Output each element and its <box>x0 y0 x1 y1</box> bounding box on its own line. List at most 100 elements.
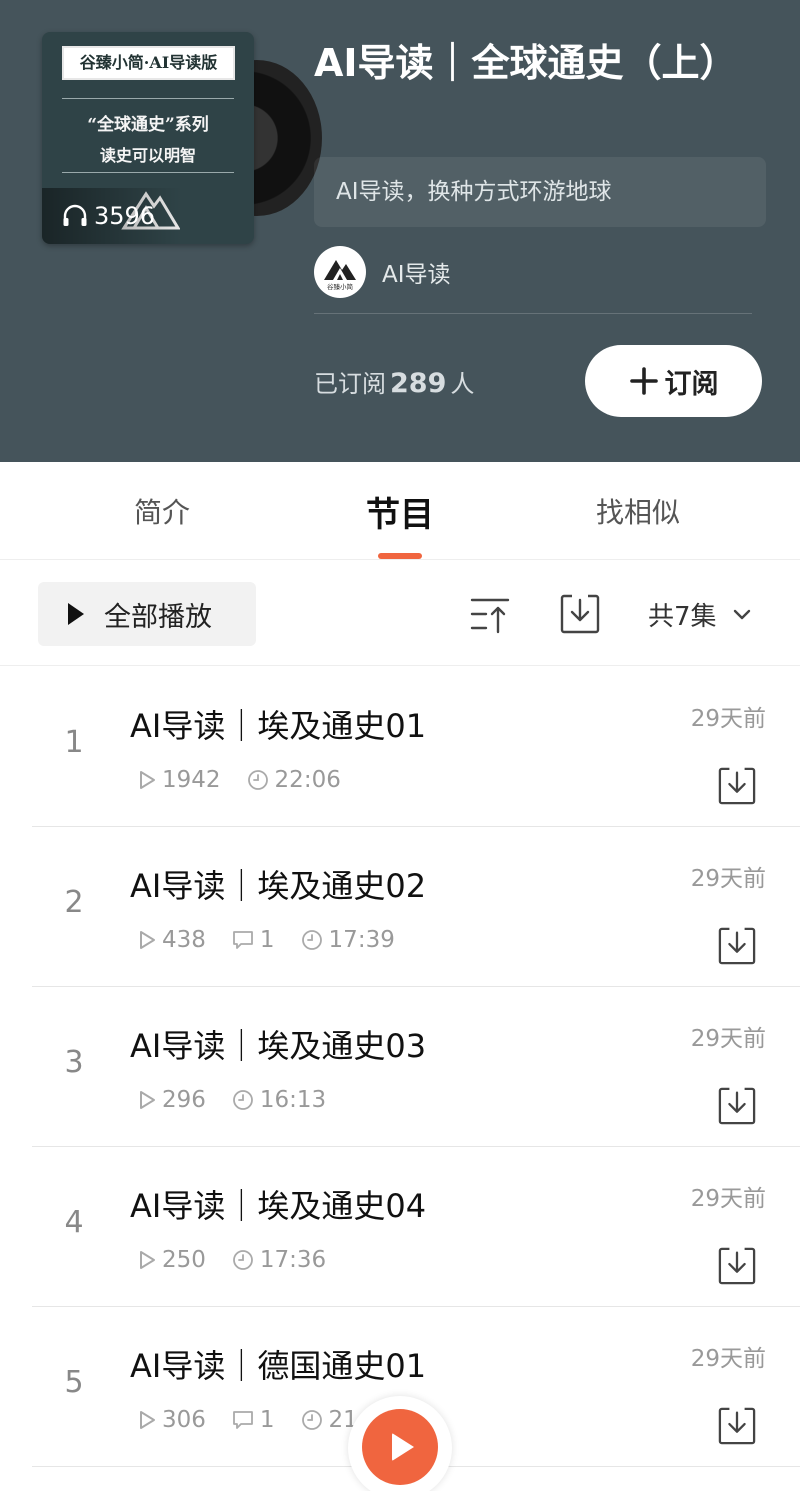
duration: 22:06 <box>247 767 341 793</box>
play-icon <box>68 603 84 625</box>
album-header: 谷臻小简·AI导读版 “全球通史”系列 读史可以明智 3596 AI导读｜全球通… <box>0 0 800 462</box>
episode-row[interactable]: 2 AI导读｜埃及通史02 438 1 17:39 29天前 <box>32 827 800 987</box>
duration-value: 16:13 <box>259 1087 327 1113</box>
tab-intro[interactable]: 简介 <box>62 462 262 560</box>
duration: 21 <box>301 1407 358 1433</box>
episode-title[interactable]: AI导读｜埃及通史01 <box>130 701 426 747</box>
cover-divider <box>62 172 234 173</box>
author-row[interactable]: 谷臻小简 AI导读 <box>314 246 451 298</box>
play-all-label: 全部播放 <box>104 601 212 633</box>
episode-date: 29天前 <box>690 866 766 892</box>
duration-value: 17:36 <box>259 1247 327 1273</box>
download-icon[interactable] <box>718 767 756 805</box>
download-icon[interactable] <box>560 594 600 634</box>
play-count-value: 438 <box>162 927 206 953</box>
download-icon[interactable] <box>718 1247 756 1285</box>
episode-index: 3 <box>64 1045 84 1080</box>
episode-meta: 1942 22:06 <box>138 767 367 793</box>
play-count-value: 296 <box>162 1087 206 1113</box>
episode-meta: 306 1 21 <box>138 1407 384 1433</box>
cover-divider <box>62 98 234 99</box>
author-logo-icon: 谷臻小简 <box>324 260 356 291</box>
clock-icon <box>301 1410 322 1430</box>
tab-programs[interactable]: 节目 <box>300 462 500 560</box>
subscribed-prefix: 已订阅 <box>314 370 386 398</box>
play-count-value: 306 <box>162 1407 206 1433</box>
clock-icon <box>301 930 322 950</box>
episode-toolbar: 全部播放 共7集 <box>0 560 800 666</box>
duration-value: 17:39 <box>328 927 395 953</box>
tab-similar[interactable]: 找相似 <box>538 462 738 560</box>
comment-count-value: 1 <box>259 1407 275 1433</box>
subscribe-label: 订阅 <box>664 368 719 400</box>
album-cover-wrap[interactable]: 谷臻小简·AI导读版 “全球通史”系列 读史可以明智 3596 <box>42 32 322 244</box>
cover-play-count: 3596 <box>42 188 182 244</box>
episode-date: 29天前 <box>690 1346 766 1372</box>
download-icon[interactable] <box>718 1087 756 1125</box>
play-count: 1942 <box>138 767 221 793</box>
play-count: 296 <box>138 1087 206 1113</box>
clock-icon <box>247 770 268 790</box>
episode-meta: 438 1 17:39 <box>138 927 421 953</box>
clock-icon <box>233 1250 253 1270</box>
comment-icon <box>233 1411 253 1429</box>
episode-title[interactable]: AI导读｜埃及通史03 <box>130 1021 426 1067</box>
play-count-value: 250 <box>162 1247 206 1273</box>
episode-meta: 296 16:13 <box>138 1087 352 1113</box>
play-count: 438 <box>138 927 206 953</box>
episode-title[interactable]: AI导读｜德国通史01 <box>130 1341 426 1387</box>
episode-index: 1 <box>64 725 84 760</box>
episode-index: 2 <box>64 885 84 920</box>
album-cover[interactable]: 谷臻小简·AI导读版 “全球通史”系列 读史可以明智 3596 <box>42 32 254 244</box>
album-title: AI导读｜全球通史（上） <box>314 41 738 85</box>
play-count: 306 <box>138 1407 206 1433</box>
header-divider <box>314 313 752 314</box>
plus-icon <box>629 367 658 395</box>
episode-count-dropdown[interactable]: 共7集 <box>648 596 751 633</box>
chevron-down-icon <box>733 609 750 619</box>
comment-count: 1 <box>232 1407 275 1433</box>
tab-bar: 简介 节目 找相似 <box>0 462 800 560</box>
cover-play-count-value: 3596 <box>94 202 156 230</box>
active-tab-indicator <box>378 553 422 559</box>
episode-meta: 250 17:36 <box>138 1247 352 1273</box>
play-count-value: 1942 <box>162 767 221 793</box>
episode-title[interactable]: AI导读｜埃及通史04 <box>130 1181 426 1227</box>
clock-icon <box>233 1090 253 1110</box>
cover-badge: 谷臻小简·AI导读版 <box>62 46 235 80</box>
cover-series: “全球通史”系列 <box>87 115 209 135</box>
comment-count-value: 1 <box>259 927 275 953</box>
author-name[interactable]: AI导读 <box>382 255 451 289</box>
subscriber-count: 已订阅 289 人 <box>314 364 474 399</box>
play-outline-icon <box>140 1251 155 1269</box>
play-outline-icon <box>140 771 155 789</box>
headphones-icon <box>63 204 87 226</box>
play-all-button[interactable]: 全部播放 <box>38 582 256 646</box>
play-outline-icon <box>140 1091 155 1109</box>
episode-row[interactable]: 4 AI导读｜埃及通史04 250 17:36 29天前 <box>32 1147 800 1307</box>
duration: 16:13 <box>232 1087 326 1113</box>
episode-index: 4 <box>64 1205 84 1240</box>
sort-icon[interactable] <box>470 594 510 634</box>
episode-row[interactable]: 3 AI导读｜埃及通史03 296 16:13 29天前 <box>32 987 800 1147</box>
play-count: 250 <box>138 1247 206 1273</box>
download-icon[interactable] <box>718 927 756 965</box>
duration-value: 22:06 <box>274 767 341 793</box>
floating-play-button[interactable] <box>362 1409 438 1485</box>
subscribed-number: 289 <box>390 368 447 399</box>
comment-icon <box>233 931 253 949</box>
episode-title[interactable]: AI导读｜埃及通史02 <box>130 861 426 907</box>
download-icon[interactable] <box>718 1407 756 1445</box>
author-avatar[interactable]: 谷臻小简 <box>314 246 366 298</box>
duration: 17:36 <box>232 1247 326 1273</box>
duration: 17:39 <box>301 927 395 953</box>
subscribed-suffix: 人 <box>450 370 475 398</box>
episode-row[interactable]: 1 AI导读｜埃及通史01 1942 22:06 29天前 <box>32 667 800 827</box>
cover-subtitle: 读史可以明智 <box>99 146 196 165</box>
episode-date: 29天前 <box>690 706 766 732</box>
subscribe-button[interactable]: 订阅 <box>585 345 762 417</box>
play-icon <box>392 1433 414 1461</box>
episode-date: 29天前 <box>690 1186 766 1212</box>
episode-index: 5 <box>64 1365 84 1400</box>
album-description[interactable]: AI导读，换种方式环游地球 <box>314 157 766 227</box>
